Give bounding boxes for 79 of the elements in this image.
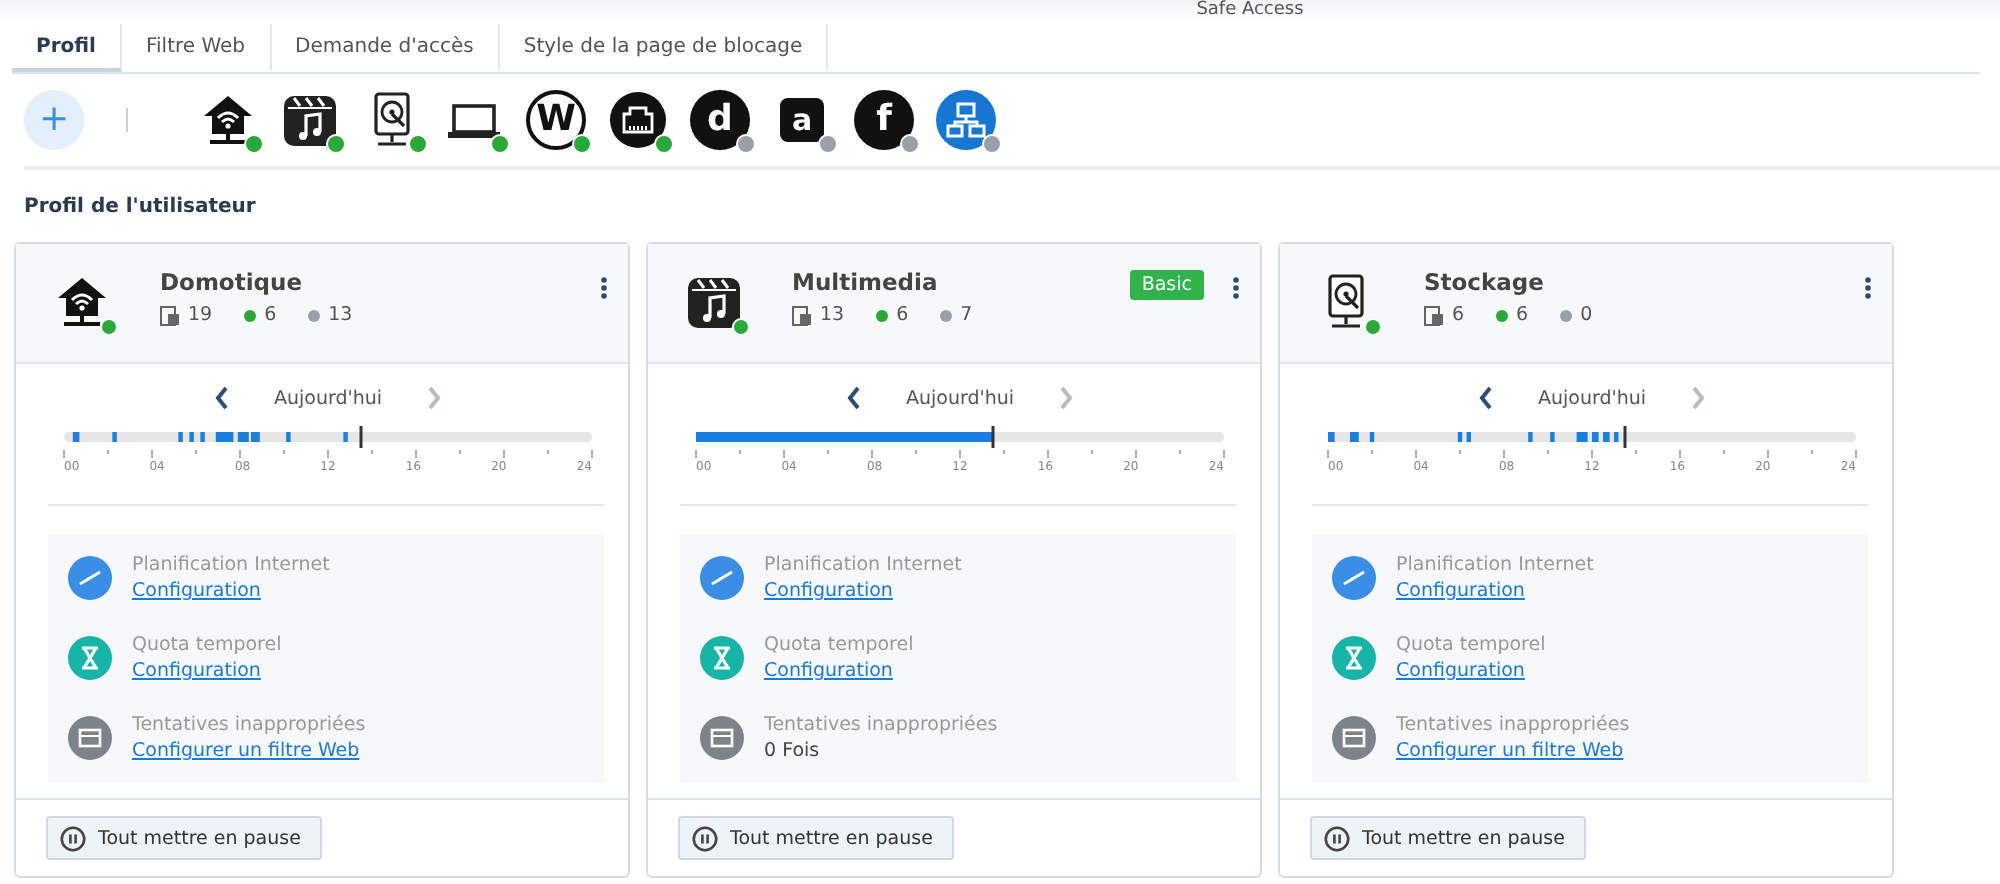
devices-icon bbox=[160, 305, 180, 325]
date-label: Aujourd'hui bbox=[273, 387, 383, 409]
rule-title: Quota temporel bbox=[132, 634, 282, 656]
config-link[interactable]: Configurer un filtre Web bbox=[132, 740, 366, 762]
plan-badge: Basic bbox=[1129, 270, 1204, 300]
offline-dot bbox=[308, 309, 321, 321]
rule-value: 0 Fois bbox=[764, 740, 822, 762]
rule-title: Quota temporel bbox=[764, 634, 914, 656]
date-label: Aujourd'hui bbox=[905, 387, 1015, 409]
pause-all-button[interactable]: Tout mettre en pause bbox=[1310, 816, 1587, 860]
online-dot bbox=[876, 309, 889, 321]
previous-day-button[interactable] bbox=[845, 386, 862, 410]
offline-count: 13 bbox=[328, 304, 353, 326]
clock-icon bbox=[1332, 556, 1376, 600]
config-link[interactable]: Configuration bbox=[764, 580, 962, 602]
offline-count: 0 bbox=[1580, 304, 1593, 326]
hourglass-icon bbox=[68, 636, 112, 680]
rule-title: Planification Internet bbox=[1396, 554, 1594, 576]
rule-title: Tentatives inappropriées bbox=[764, 714, 998, 736]
pause-icon bbox=[60, 825, 86, 851]
ethernet-port-icon bbox=[608, 90, 668, 150]
add-button[interactable]: + bbox=[24, 90, 84, 150]
rule-title: Tentatives inappropriées bbox=[132, 714, 366, 736]
more-icon[interactable] bbox=[1864, 276, 1872, 300]
previous-day-button[interactable] bbox=[1477, 386, 1494, 410]
online-count: 6 bbox=[896, 304, 909, 326]
hourglass-icon bbox=[1332, 636, 1376, 680]
date-label: Aujourd'hui bbox=[1537, 387, 1647, 409]
profile-name: Stockage bbox=[1424, 268, 1546, 296]
rule-title: Planification Internet bbox=[764, 554, 962, 576]
tab[interactable]: Demande d'accès bbox=[271, 24, 500, 72]
online-dot bbox=[1496, 309, 1509, 321]
devices-icon bbox=[792, 305, 812, 325]
rule-title: Planification Internet bbox=[132, 554, 330, 576]
letter-logo-icon: a bbox=[780, 98, 824, 142]
tab[interactable]: Style de la page de blocage bbox=[499, 24, 829, 72]
window-title: Safe Access bbox=[1196, 0, 1304, 24]
tab[interactable]: Filtre Web bbox=[121, 24, 272, 72]
offline-count: 7 bbox=[960, 304, 973, 326]
rule-title: Quota temporel bbox=[1396, 634, 1546, 656]
section-title: Profil de l'utilisateur bbox=[24, 196, 258, 222]
previous-day-button[interactable] bbox=[213, 386, 230, 410]
devices-icon bbox=[1424, 305, 1444, 325]
clapper-music-icon bbox=[684, 272, 744, 332]
clock-icon bbox=[68, 556, 112, 600]
device-count: 13 bbox=[820, 304, 845, 326]
online-count: 6 bbox=[1516, 304, 1529, 326]
online-dot bbox=[244, 309, 257, 321]
letter-logo-icon: f bbox=[854, 90, 914, 150]
clock-icon bbox=[700, 556, 744, 600]
browser-window-icon bbox=[700, 716, 744, 760]
config-link[interactable]: Configuration bbox=[132, 580, 330, 602]
more-icon[interactable] bbox=[1232, 276, 1240, 300]
letter-logo-icon: W bbox=[526, 90, 586, 150]
config-link[interactable]: Configurer un filtre Web bbox=[1396, 740, 1630, 762]
device-count: 6 bbox=[1452, 304, 1465, 326]
profile-name: Domotique bbox=[160, 268, 304, 296]
pause-icon bbox=[692, 825, 718, 851]
network-icon bbox=[936, 90, 996, 150]
offline-dot bbox=[1560, 309, 1573, 321]
pause-all-button[interactable]: Tout mettre en pause bbox=[678, 816, 955, 860]
rule-title: Tentatives inappropriées bbox=[1396, 714, 1630, 736]
config-link[interactable]: Configuration bbox=[132, 660, 282, 682]
browser-window-icon bbox=[68, 716, 112, 760]
offline-dot bbox=[940, 309, 953, 321]
device-count: 19 bbox=[188, 304, 213, 326]
more-icon[interactable] bbox=[600, 276, 608, 300]
config-link[interactable]: Configuration bbox=[1396, 580, 1594, 602]
hourglass-icon bbox=[700, 636, 744, 680]
online-count: 6 bbox=[264, 304, 277, 326]
pause-icon bbox=[1324, 825, 1350, 851]
browser-window-icon bbox=[1332, 716, 1376, 760]
pause-all-button[interactable]: Tout mettre en pause bbox=[46, 816, 323, 860]
clapper-music-icon bbox=[280, 90, 340, 150]
config-link[interactable]: Configuration bbox=[764, 660, 914, 682]
config-link[interactable]: Configuration bbox=[1396, 660, 1546, 682]
profile-name: Multimedia bbox=[792, 268, 940, 296]
tab[interactable]: Profil bbox=[12, 24, 122, 72]
letter-logo-icon: d bbox=[690, 90, 750, 150]
